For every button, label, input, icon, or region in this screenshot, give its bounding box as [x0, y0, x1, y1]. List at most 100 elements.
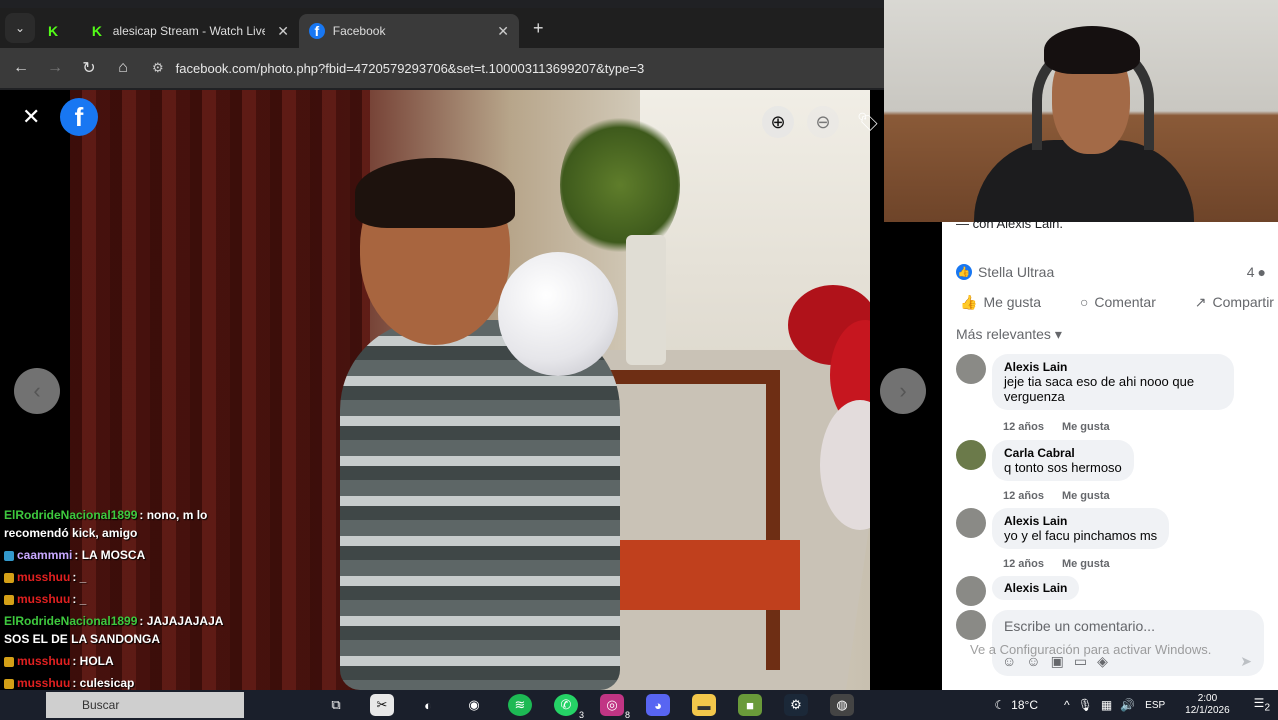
tab-kick[interactable]: K: [35, 14, 79, 48]
chat-username: musshuu: [17, 676, 71, 690]
comment-count[interactable]: 4: [1247, 264, 1255, 280]
chat-message: musshuu: HOLA: [0, 650, 244, 672]
like-button[interactable]: 👍 Me gusta: [960, 294, 1041, 311]
instagram-icon[interactable]: ◎ 8: [600, 694, 630, 720]
thermos: [626, 235, 666, 365]
system-tray: ☾ 18°C ^ 🎙 ▦ 🔊 ESP 2:00 12/1/2026 ☰2: [994, 692, 1270, 718]
instagram-badge: 8: [624, 710, 630, 720]
clock[interactable]: 2:00 12/1/2026: [1185, 693, 1230, 717]
file-explorer-icon[interactable]: ▬: [692, 694, 716, 716]
share-label: Compartir: [1212, 294, 1274, 310]
comment-button[interactable]: ○ Comentar: [1080, 294, 1156, 311]
reactor-name[interactable]: Stella Ultraa: [978, 264, 1054, 280]
comment-item: Alexis Lain yo y el facu pinchamos ms: [956, 508, 1170, 549]
new-tab-button[interactable]: +: [533, 18, 544, 39]
comment-meta: 12 años Me gusta: [1003, 558, 1128, 570]
browser-toolbar: ← → ↻ ⌂ ⚙ facebook.com/photo.php?fbid=47…: [0, 48, 884, 88]
reload-button[interactable]: ↻: [72, 58, 106, 78]
tab-facebook[interactable]: f Facebook ✕: [299, 14, 519, 48]
close-tab-icon[interactable]: ✕: [497, 23, 509, 40]
comment-author[interactable]: Carla Cabral: [1004, 446, 1122, 460]
taskbar-search[interactable]: Buscar: [46, 692, 244, 718]
steam-icon[interactable]: ⚙: [784, 694, 808, 716]
comment-label: Comentar: [1094, 294, 1156, 310]
comment-author[interactable]: Alexis Lain: [1004, 581, 1067, 595]
facebook-logo[interactable]: f: [60, 98, 98, 136]
chat-message: ElRodrideNacional1899: nono, m lo recome…: [0, 504, 244, 544]
weather-temperature[interactable]: 18°C: [1011, 698, 1038, 712]
tab-search-button[interactable]: ⌄: [5, 13, 35, 43]
comment-like-link[interactable]: Me gusta: [1062, 558, 1110, 570]
send-icon[interactable]: ➤: [1240, 653, 1252, 670]
avatar: [956, 610, 986, 640]
close-tab-icon[interactable]: ✕: [277, 23, 289, 40]
comment-author[interactable]: Alexis Lain: [1004, 514, 1157, 528]
chat-message: musshuu: _: [0, 566, 244, 588]
minecraft-icon[interactable]: ■: [738, 694, 762, 716]
comment-bubble: Carla Cabral q tonto sos hermoso: [992, 440, 1134, 481]
comment-like-link[interactable]: Me gusta: [1062, 421, 1110, 433]
zoom-in-icon[interactable]: ⊕: [762, 106, 794, 138]
sort-dropdown[interactable]: Más relevantes ▾: [956, 326, 1062, 343]
forward-button[interactable]: →: [38, 59, 72, 77]
avatar[interactable]: [956, 576, 986, 606]
language-indicator[interactable]: ESP: [1145, 700, 1165, 711]
capcut-icon[interactable]: ✂: [370, 694, 394, 716]
comment-count-icon: ●: [1257, 264, 1266, 280]
stream-chat-overlay: ElRodrideNacional1899: nono, m lo recome…: [0, 504, 244, 694]
comment-author[interactable]: Alexis Lain: [1004, 360, 1222, 374]
badge-icon: [4, 594, 14, 605]
tab-title: Facebook: [332, 24, 386, 38]
back-button[interactable]: ←: [4, 59, 38, 77]
comment-like-link[interactable]: Me gusta: [1062, 490, 1110, 502]
spotify-icon[interactable]: ≋: [508, 694, 532, 716]
comment-age[interactable]: 12 años: [1003, 558, 1044, 570]
show-hidden-icons-icon[interactable]: ^: [1064, 698, 1070, 712]
taskbar-search-label: Buscar: [82, 698, 120, 712]
badge-icon: [4, 572, 14, 583]
chat-text: : LA MOSCA: [74, 548, 146, 562]
white-balloon: [498, 252, 618, 376]
kick-icon: K: [91, 23, 102, 39]
chrome-icon[interactable]: ◍: [830, 694, 854, 716]
chat-username: musshuu: [17, 570, 71, 584]
tag-icon[interactable]: 🏷: [852, 106, 884, 138]
weather-icon[interactable]: ☾: [994, 698, 1005, 712]
chat-message: ElRodrideNacional1899: JAJAJAJAJA SOS EL…: [0, 610, 244, 650]
obs-icon[interactable]: ◉: [462, 694, 486, 716]
zoom-out-icon[interactable]: ⊖: [807, 106, 839, 138]
next-photo-button[interactable]: ›: [880, 368, 926, 414]
badge-icon: [4, 678, 14, 689]
discord-icon[interactable]: ◕: [646, 694, 670, 716]
chat-message: musshuu: _: [0, 588, 244, 610]
share-button[interactable]: ↗ Compartir: [1195, 294, 1274, 311]
comment-meta: 12 años Me gusta: [1003, 490, 1128, 502]
avatar[interactable]: [956, 508, 986, 538]
microphone-icon[interactable]: 🎙: [1078, 698, 1093, 712]
tab-alesicap-stream[interactable]: K alesicap Stream - Watch Live on ✕: [79, 14, 299, 48]
address-bar[interactable]: ⚙ facebook.com/photo.php?fbid=4720579293…: [152, 60, 644, 76]
url-text: facebook.com/photo.php?fbid=472057929370…: [175, 60, 645, 76]
comment-placeholder: Escribe un comentario...: [1004, 618, 1155, 634]
home-button[interactable]: ⌂: [106, 59, 140, 77]
copilot-icon[interactable]: ◐: [416, 694, 440, 716]
notifications-icon[interactable]: ☰2: [1254, 696, 1270, 713]
comment-meta: 12 años Me gusta: [1003, 421, 1128, 433]
network-icon[interactable]: ▦: [1101, 698, 1112, 712]
comment-age[interactable]: 12 años: [1003, 421, 1044, 433]
avatar[interactable]: [956, 440, 986, 470]
chat-message: caammmi: LA MOSCA: [0, 544, 244, 566]
reactions-row[interactable]: 👍 Stella Ultraa 4 ●: [956, 264, 1266, 280]
comment-text: yo y el facu pinchamos ms: [1004, 528, 1158, 543]
whatsapp-icon[interactable]: ✆ 3: [554, 694, 584, 720]
volume-icon[interactable]: 🔊: [1120, 698, 1135, 712]
chat-username: ElRodrideNacional1899: [4, 508, 138, 522]
previous-photo-button[interactable]: ‹: [14, 368, 60, 414]
chat-username: musshuu: [17, 592, 71, 606]
avatar[interactable]: [956, 354, 986, 384]
site-info-icon[interactable]: ⚙: [152, 60, 164, 76]
close-viewer-icon[interactable]: ✕: [22, 104, 40, 130]
task-view-icon[interactable]: ⧉: [324, 694, 348, 716]
badge-icon: [4, 550, 14, 561]
comment-age[interactable]: 12 años: [1003, 490, 1044, 502]
